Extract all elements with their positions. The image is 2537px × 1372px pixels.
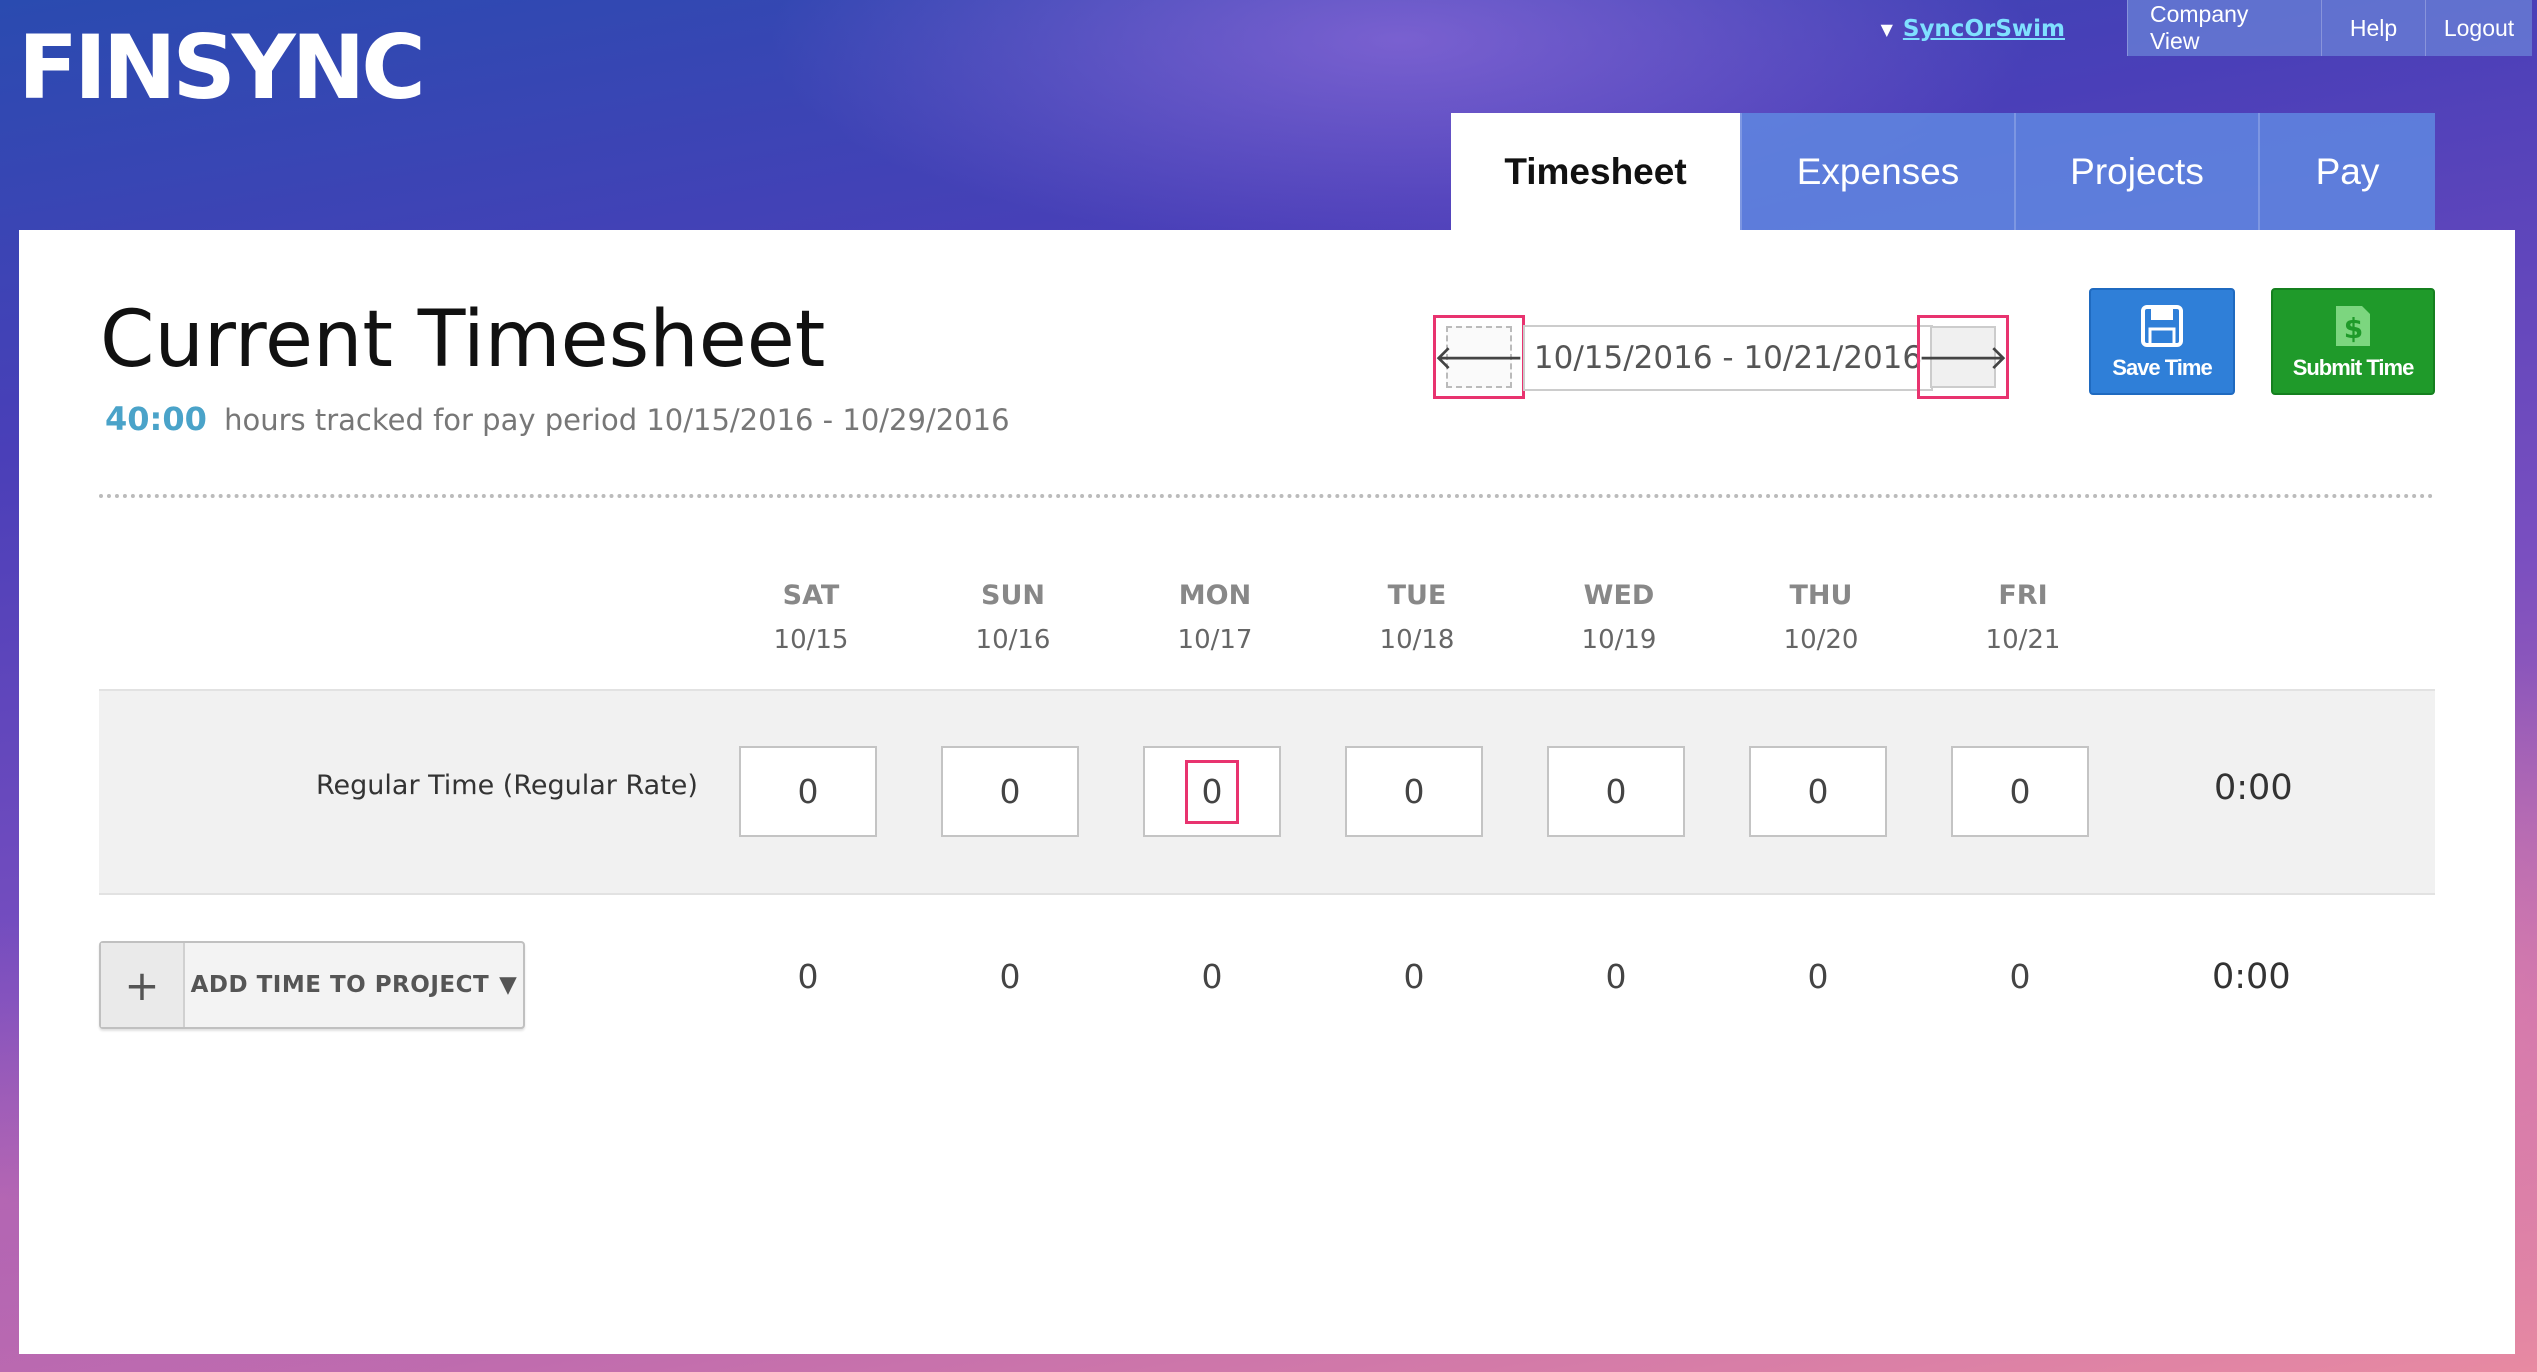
- day-date: 10/19: [1581, 625, 1657, 655]
- hours-input-sun[interactable]: 0: [941, 746, 1079, 837]
- hours-input-mon-value[interactable]: 0: [1185, 759, 1239, 824]
- day-total-thu: 0: [1807, 957, 1829, 996]
- main-tabs: Timesheet Expenses Projects Pay: [1451, 113, 2435, 230]
- row-total: 0:00: [2214, 768, 2293, 808]
- finsync-logo[interactable]: FINSYNC: [18, 24, 426, 112]
- day-date: 10/17: [1177, 625, 1253, 655]
- user-menu[interactable]: ▼ SyncOrSwim: [1881, 16, 2065, 42]
- day-date: 10/20: [1783, 625, 1859, 655]
- day-header-wed: WED 10/19: [1549, 580, 1689, 655]
- save-time-button[interactable]: Save Time: [2089, 288, 2235, 395]
- day-date: 10/16: [975, 625, 1051, 655]
- add-time-to-project-label: ADD TIME TO PROJECT ▼: [185, 943, 523, 1027]
- day-name: SAT: [782, 580, 840, 611]
- add-time-to-project-button[interactable]: + ADD TIME TO PROJECT ▼: [99, 941, 525, 1029]
- date-range-field[interactable]: 10/15/2016 - 10/21/2016: [1523, 325, 1933, 391]
- page-title: Current Timesheet: [100, 295, 826, 385]
- day-total-fri: 0: [2009, 957, 2031, 996]
- hours-input-thu[interactable]: 0: [1749, 746, 1887, 837]
- day-header-sat: SAT 10/15: [741, 580, 881, 655]
- day-name: SUN: [981, 580, 1045, 611]
- tab-projects[interactable]: Projects: [2014, 113, 2258, 230]
- hours-input-tue[interactable]: 0: [1345, 746, 1483, 837]
- submit-time-label: Submit Time: [2292, 354, 2415, 380]
- caret-down-icon: ▼: [499, 972, 518, 998]
- arrow-right-icon: 🡒: [1917, 326, 2009, 388]
- day-date: 10/15: [773, 625, 849, 655]
- day-date: 10/18: [1379, 625, 1455, 655]
- hours-input-fri[interactable]: 0: [1951, 746, 2089, 837]
- prev-week-button[interactable]: 🡐: [1433, 315, 1525, 399]
- day-header-sun: SUN 10/16: [943, 580, 1083, 655]
- hours-input-sat[interactable]: 0: [739, 746, 877, 837]
- submit-time-button[interactable]: $ Submit Time: [2271, 288, 2435, 395]
- logout-link[interactable]: Logout: [2425, 0, 2532, 56]
- tab-expenses[interactable]: Expenses: [1740, 113, 2014, 230]
- hours-summary-text: hours tracked for pay period 10/15/2016 …: [224, 403, 1010, 437]
- day-total-sun: 0: [999, 957, 1021, 996]
- row-label: Regular Time (Regular Rate): [316, 770, 698, 801]
- day-name: TUE: [1387, 580, 1447, 611]
- tab-pay[interactable]: Pay: [2258, 113, 2435, 230]
- arrow-left-icon: 🡐: [1433, 326, 1525, 388]
- divider: [99, 494, 2435, 498]
- caret-down-icon: ▼: [1880, 19, 1893, 39]
- floppy-disk-icon: [2139, 303, 2185, 349]
- day-total-tue: 0: [1403, 957, 1425, 996]
- dollar-document-icon: $: [2330, 303, 2376, 349]
- help-link[interactable]: Help: [2321, 0, 2425, 56]
- day-total-wed: 0: [1605, 957, 1627, 996]
- svg-text:$: $: [2344, 312, 2362, 345]
- save-time-label: Save Time: [2112, 354, 2212, 380]
- day-header-tue: TUE 10/18: [1347, 580, 1487, 655]
- add-time-label-text: ADD TIME TO PROJECT: [190, 972, 490, 998]
- hours-input-mon[interactable]: 0: [1143, 746, 1281, 837]
- day-name: THU: [1789, 580, 1853, 611]
- day-name: MON: [1178, 580, 1252, 611]
- day-total-mon: 0: [1201, 957, 1223, 996]
- company-view-link[interactable]: Company View: [2127, 0, 2321, 56]
- plus-icon: +: [101, 943, 185, 1027]
- tab-timesheet[interactable]: Timesheet: [1451, 113, 1740, 230]
- top-links: Company View Help Logout: [2127, 0, 2537, 56]
- day-name: WED: [1583, 580, 1655, 611]
- grand-total: 0:00: [2212, 957, 2291, 997]
- day-name: FRI: [1998, 580, 2048, 611]
- day-total-sat: 0: [797, 957, 819, 996]
- hours-tracked: 40:00: [105, 400, 207, 438]
- day-date: 10/21: [1985, 625, 2061, 655]
- hours-summary: 40:00 hours tracked for pay period 10/15…: [105, 400, 1010, 438]
- day-header-mon: MON 10/17: [1145, 580, 1285, 655]
- hours-input-wed[interactable]: 0: [1547, 746, 1685, 837]
- day-header-thu: THU 10/20: [1751, 580, 1891, 655]
- timesheet-panel: Current Timesheet 40:00 hours tracked fo…: [19, 230, 2515, 1354]
- user-name-link[interactable]: SyncOrSwim: [1903, 16, 2065, 42]
- day-header-fri: FRI 10/21: [1953, 580, 2093, 655]
- next-week-button[interactable]: 🡒: [1917, 315, 2009, 399]
